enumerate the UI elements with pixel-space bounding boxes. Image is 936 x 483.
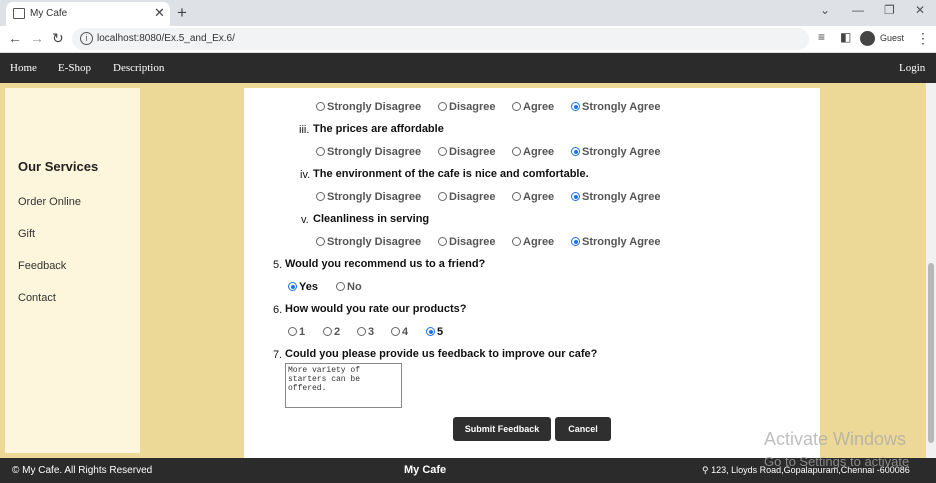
services-sidebar: Our Services Order Online Gift Feedback … [5, 88, 140, 453]
option-rating-1[interactable]: 1 [288, 326, 305, 338]
subquestion-number: v. [301, 214, 309, 226]
option-rating-5[interactable]: 5 [426, 326, 443, 338]
nav-login[interactable]: Login [899, 62, 925, 74]
feedback-form: Strongly Disagree Disagree Agree Strongl… [244, 88, 820, 458]
sidebar-item-contact[interactable]: Contact [18, 292, 56, 304]
footer-brand: My Cafe [404, 464, 447, 476]
option-strongly-agree[interactable]: Strongly Agree [571, 191, 660, 203]
sidebar-item-gift[interactable]: Gift [18, 228, 35, 240]
agree-row-ii: Strongly Disagree Disagree Agree Strongl… [316, 101, 716, 115]
scrollbar-thumb[interactable] [928, 263, 934, 443]
page-background: Our Services Order Online Gift Feedback … [0, 83, 926, 458]
agree-row-iii: Strongly Disagree Disagree Agree Strongl… [316, 146, 716, 160]
restore-icon[interactable]: ❐ [884, 3, 895, 17]
option-disagree[interactable]: Disagree [438, 191, 495, 203]
rating-options: 1 2 3 4 5 [288, 326, 468, 340]
reload-icon[interactable]: ↻ [52, 30, 64, 47]
address-bar-row: ← → ↻ i localhost:8080/Ex.5_and_Ex.6/ ≡ … [0, 26, 936, 53]
option-agree[interactable]: Agree [512, 146, 554, 158]
sidebar-item-feedback[interactable]: Feedback [18, 260, 66, 272]
cancel-button[interactable]: Cancel [555, 417, 611, 441]
favicon-icon [13, 8, 25, 19]
footer-copyright: © My Cafe. All Rights Reserved [12, 465, 153, 476]
option-strongly-agree[interactable]: Strongly Agree [571, 236, 660, 248]
subquestion-text: The prices are affordable [313, 123, 444, 135]
subquestion-text: Cleanliness in serving [313, 213, 430, 225]
location-pin-icon: ⚲ [702, 465, 709, 475]
option-rating-2[interactable]: 2 [323, 326, 340, 338]
sidepanel-icon[interactable]: ◧ [840, 30, 851, 44]
tab-title: My Cafe [30, 8, 68, 19]
minimize-icon[interactable]: — [852, 3, 864, 17]
sidebar-item-order-online[interactable]: Order Online [18, 196, 81, 208]
close-tab-icon[interactable]: ✕ [154, 5, 165, 21]
media-icon[interactable]: ≡ [818, 30, 825, 44]
activation-watermark-subtitle: Go to Settings to activate [764, 454, 910, 469]
new-tab-icon[interactable]: + [177, 3, 187, 23]
question-text: Would you recommend us to a friend? [285, 258, 486, 270]
option-agree[interactable]: Agree [512, 101, 554, 113]
option-strongly-disagree[interactable]: Strongly Disagree [316, 146, 421, 158]
submit-feedback-button[interactable]: Submit Feedback [453, 417, 551, 441]
question-number: 7. [273, 349, 283, 361]
option-disagree[interactable]: Disagree [438, 236, 495, 248]
agree-row-iv: Strongly Disagree Disagree Agree Strongl… [316, 191, 716, 205]
option-agree[interactable]: Agree [512, 191, 554, 203]
back-icon[interactable]: ← [8, 30, 22, 46]
option-rating-4[interactable]: 4 [391, 326, 408, 338]
question-number: 6. [273, 304, 283, 316]
info-icon[interactable]: i [80, 32, 93, 45]
nav-home[interactable]: Home [10, 62, 37, 74]
nav-description[interactable]: Description [113, 62, 164, 74]
question-number: 5. [273, 259, 283, 271]
activation-watermark-title: Activate Windows [764, 429, 907, 449]
address-bar[interactable]: i localhost:8080/Ex.5_and_Ex.6/ [72, 28, 809, 50]
option-strongly-agree[interactable]: Strongly Agree [571, 146, 660, 158]
browser-tab-bar: My Cafe ✕ + ⌄ — ❐ ✕ [0, 0, 936, 26]
option-disagree[interactable]: Disagree [438, 101, 495, 113]
option-strongly-disagree[interactable]: Strongly Disagree [316, 236, 421, 248]
menu-icon[interactable]: ⋮ [916, 30, 930, 47]
option-agree[interactable]: Agree [512, 236, 554, 248]
forward-icon[interactable]: → [30, 30, 44, 46]
question-text: How would you rate our products? [285, 303, 467, 315]
site-navbar: Home E-Shop Description Login [0, 53, 936, 83]
subquestion-text: The environment of the cafe is nice and … [313, 168, 589, 180]
tab-search-icon[interactable]: ⌄ [820, 3, 830, 17]
services-title: Our Services [18, 159, 99, 174]
nav-eshop[interactable]: E-Shop [58, 62, 91, 74]
option-yes[interactable]: Yes [288, 281, 318, 293]
close-window-icon[interactable]: ✕ [915, 3, 925, 17]
browser-tab[interactable]: My Cafe ✕ [6, 2, 170, 26]
feedback-textarea[interactable]: More variety of starters can be offered. [285, 363, 402, 408]
option-no[interactable]: No [336, 281, 362, 293]
subquestion-number: iv. [300, 169, 311, 181]
option-disagree[interactable]: Disagree [438, 146, 495, 158]
page-scrollbar[interactable] [926, 83, 936, 458]
option-strongly-disagree[interactable]: Strongly Disagree [316, 101, 421, 113]
subquestion-number: iii. [299, 124, 310, 136]
recommend-options: Yes No [288, 281, 408, 295]
question-text: Could you please provide us feedback to … [285, 348, 598, 360]
profile-avatar-icon[interactable] [860, 31, 875, 46]
option-strongly-agree[interactable]: Strongly Agree [571, 101, 660, 113]
option-rating-3[interactable]: 3 [357, 326, 374, 338]
profile-label[interactable]: Guest [880, 33, 904, 43]
option-strongly-disagree[interactable]: Strongly Disagree [316, 191, 421, 203]
agree-row-v: Strongly Disagree Disagree Agree Strongl… [316, 236, 716, 250]
url-text[interactable]: localhost:8080/Ex.5_and_Ex.6/ [97, 33, 235, 44]
